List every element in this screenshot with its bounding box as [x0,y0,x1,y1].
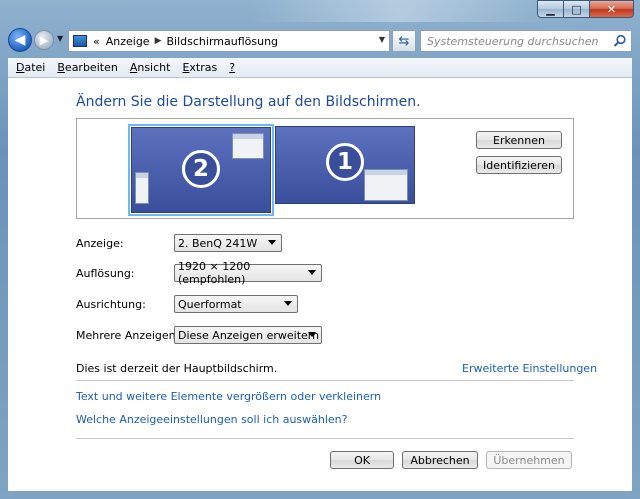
orientation-select[interactable]: Querformat [174,295,298,313]
multiple-displays-label: Mehrere Anzeigen: [76,329,180,342]
page-title: Ändern Sie die Darstellung auf den Bilds… [76,94,421,110]
menu-bearbeiten[interactable]: Bearbeiten [51,61,123,74]
menu-extras[interactable]: Extras [176,61,223,74]
chevron-down-icon [268,240,276,245]
mini-desktop-grid-icon [364,169,408,201]
recognize-button[interactable]: Erkennen [476,131,562,149]
menu-datei[interactable]: Datei [10,61,51,74]
display-select-value: 2. BenQ 241W [178,236,258,250]
mini-window-icon [232,133,264,159]
resolution-select-value: 1920 × 1200 (empfohlen) [178,260,251,286]
mini-taskbar-icon [135,172,149,204]
breadcrumb-item-anzeige[interactable]: Anzeige [106,35,150,48]
chevron-down-icon [308,270,316,275]
chevron-down-icon [308,332,316,337]
content-area: Ändern Sie die Darstellung auf den Bilds… [8,78,632,491]
window-frame: ▁ □ ✕ ◀ ▶ ▼ « Anzeige ▶ Bildschirmauflös… [0,0,640,499]
menu-bar: Datei Bearbeiten Ansicht Extras ? [8,58,632,78]
monitor-number-2: 2 [182,150,220,188]
arrow-right-icon: ▶ [39,33,49,47]
text-size-link[interactable]: Text und weitere Elemente vergrößern ode… [76,390,381,403]
main-display-text: Dies ist derzeit der Hauptbildschirm. [76,362,278,375]
multiple-displays-select[interactable]: Diese Anzeigen erweitern [174,326,322,344]
search-input[interactable]: Systemsteuerung durchsuchen [420,30,632,52]
resolution-select[interactable]: 1920 × 1200 (empfohlen) [174,260,322,286]
back-button[interactable]: ◀ [8,28,32,52]
identify-button[interactable]: Identifizieren [476,156,562,174]
monitor-1[interactable]: 1 [275,126,415,204]
breadcrumb-prefix[interactable]: « [93,35,100,48]
ok-button[interactable]: OK [330,451,394,469]
maximize-button[interactable]: □ [564,0,590,18]
menu-ansicht[interactable]: Ansicht [124,61,177,74]
navigation-bar: ◀ ▶ ▼ « Anzeige ▶ Bildschirmauflösung ▼ … [0,22,640,58]
monitor-2[interactable]: 2 [128,124,274,216]
breadcrumb-separator-icon[interactable]: ▶ [155,36,162,46]
close-button[interactable]: ✕ [590,0,634,18]
orientation-select-value: Querformat [178,297,242,311]
caption-buttons: ▁ □ ✕ [537,0,634,18]
divider [76,438,574,439]
control-panel-icon [73,35,87,47]
chevron-down-icon [284,301,292,306]
monitor-number-1: 1 [326,143,364,181]
menu-help[interactable]: ? [223,61,241,74]
arrow-left-icon: ◀ [14,32,26,48]
which-settings-link[interactable]: Welche Anzeigeeinstellungen soll ich aus… [76,413,348,426]
address-dropdown-icon[interactable]: ▼ [379,35,385,44]
apply-button[interactable]: Übernehmen [486,451,572,469]
forward-button[interactable]: ▶ [34,30,54,50]
orientation-label: Ausrichtung: [76,298,146,311]
display-select[interactable]: 2. BenQ 241W [174,234,282,252]
resolution-label: Auflösung: [76,267,135,280]
recent-pages-dropdown[interactable]: ▼ [57,34,63,43]
monitor-arrangement: 2 1 Erkennen Identifizieren [76,118,574,219]
refresh-button[interactable]: ⇆ [392,30,416,52]
search-placeholder: Systemsteuerung durchsuchen [427,34,599,48]
breadcrumb-item-resolution[interactable]: Bildschirmauflösung [167,35,279,48]
display-label: Anzeige: [76,237,124,250]
advanced-settings-link[interactable]: Erweiterte Einstellungen [462,362,597,375]
multiple-displays-select-value: Diese Anzeigen erweitern [178,328,320,342]
minimize-button[interactable]: ▁ [537,0,564,18]
search-icon[interactable] [613,34,627,48]
divider [76,380,574,381]
address-bar[interactable]: « Anzeige ▶ Bildschirmauflösung ▼ [68,30,390,52]
refresh-icon: ⇆ [398,33,410,49]
cancel-button[interactable]: Abbrechen [402,451,478,469]
glass-decoration [250,0,550,22]
